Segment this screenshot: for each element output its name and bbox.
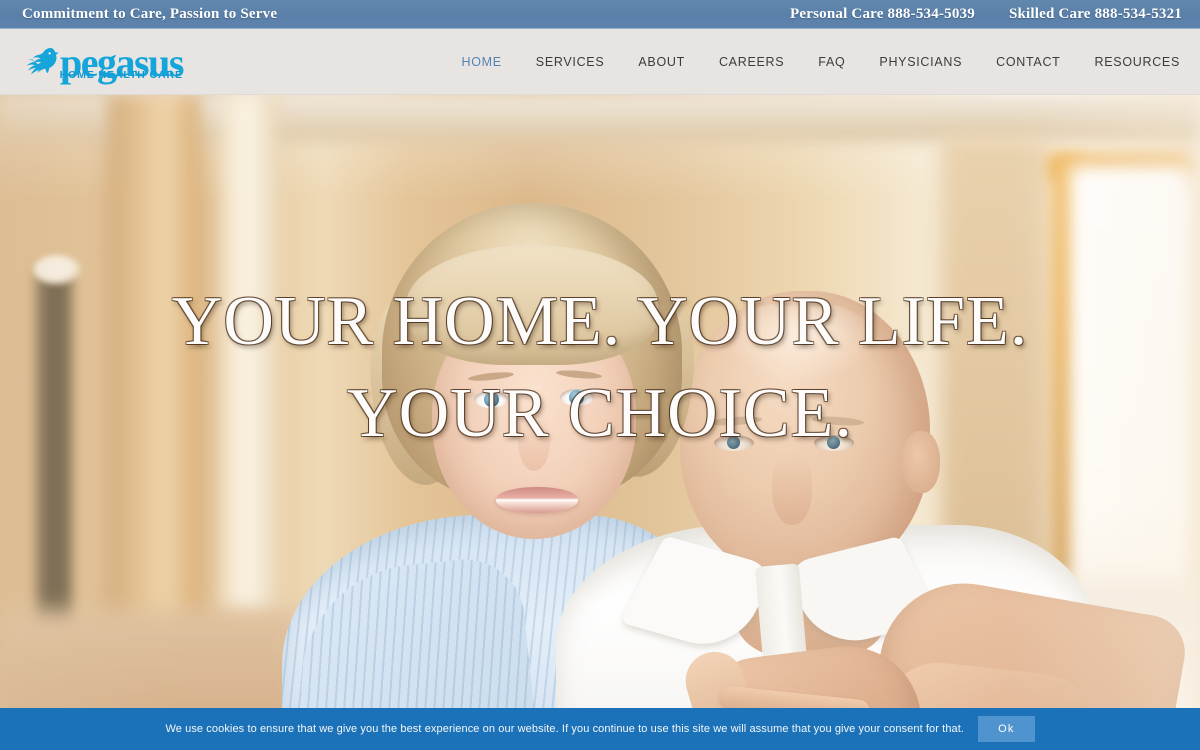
nav-item-contact[interactable]: CONTACT: [996, 49, 1060, 75]
site-header: pegasus HOME HEALTH CARE HOME SERVICES A…: [0, 29, 1200, 95]
hero-headline-line-2: YOUR CHOICE.: [347, 374, 853, 452]
hero-headline-line-1: YOUR HOME. YOUR LIFE.: [171, 282, 1029, 360]
nav-item-faq[interactable]: FAQ: [818, 49, 845, 75]
nav-item-home[interactable]: HOME: [461, 49, 501, 75]
pegasus-horse-icon: [20, 41, 62, 81]
nav-item-about[interactable]: ABOUT: [638, 49, 685, 75]
top-utility-bar: Commitment to Care, Passion to Serve Per…: [0, 0, 1200, 29]
hero-section: YOUR HOME. YOUR LIFE. YOUR CHOICE.: [0, 95, 1200, 750]
nav-item-physicians[interactable]: PHYSICIANS: [879, 49, 962, 75]
phone-personal-care[interactable]: Personal Care 888-534-5039: [790, 6, 975, 23]
site-tagline: Commitment to Care, Passion to Serve: [22, 5, 278, 22]
phone-numbers-group: Personal Care 888-534-5039 Skilled Care …: [790, 6, 1200, 23]
phone-skilled-care[interactable]: Skilled Care 888-534-5321: [1009, 6, 1182, 23]
nav-item-resources[interactable]: RESOURCES: [1095, 49, 1180, 75]
nav-item-services[interactable]: SERVICES: [536, 49, 605, 75]
logo-text-group: pegasus HOME HEALTH CARE: [59, 42, 185, 82]
cookie-accept-button[interactable]: Ok: [978, 716, 1035, 742]
main-navigation: HOME SERVICES ABOUT CAREERS FAQ PHYSICIA…: [461, 49, 1200, 75]
cookie-consent-banner: We use cookies to ensure that we give yo…: [0, 708, 1200, 750]
nav-item-careers[interactable]: CAREERS: [719, 49, 784, 75]
hero-headline-group: YOUR HOME. YOUR LIFE. YOUR CHOICE.: [0, 95, 1200, 750]
logo-subtitle: HOME HEALTH CARE: [59, 68, 183, 81]
cookie-consent-message: We use cookies to ensure that we give yo…: [165, 723, 965, 735]
site-logo[interactable]: pegasus HOME HEALTH CARE: [20, 41, 185, 82]
